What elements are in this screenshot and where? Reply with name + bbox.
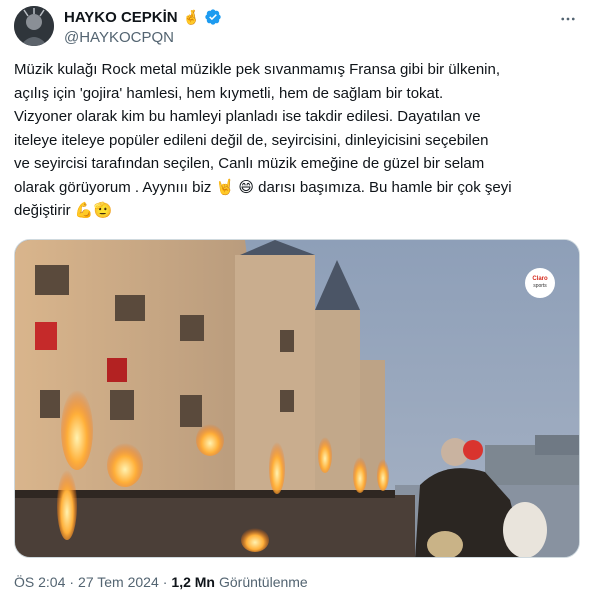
avatar[interactable] [14,6,54,46]
tweet-header: HAYKO CEPKİN 🤞 @HAYKOCPQN [14,6,579,50]
tweet-time[interactable]: ÖS 2:04 [14,574,65,590]
claro-sports-watermark: Claro sports [525,268,555,298]
tweet-media-image[interactable]: Claro sports [14,239,580,558]
separator-dot: · [162,574,168,590]
more-options-icon[interactable] [557,8,579,30]
tweet-card: HAYKO CEPKİN 🤞 @HAYKOCPQN Müzik kulağı R… [0,0,593,604]
views-label: Görüntülenme [219,574,308,590]
tweet-text: Müzik kulağı Rock metal müzikle pek sıva… [14,58,582,223]
watermark-sub: sports [533,283,547,289]
tweet-text-part-1: Müzik kulağı Rock metal müzikle pek sıva… [14,61,501,196]
separator-dot: · [69,574,75,590]
author-names: HAYKO CEPKİN 🤞 @HAYKOCPQN [64,7,222,46]
saluting-face-emoji: 🫡 [93,202,113,219]
grinning-emoji: 😄 [238,178,254,196]
rock-hand-emoji: 🤘 [215,178,235,196]
fingers-crossed-emoji: 🤞 [182,9,201,25]
author-name[interactable]: HAYKO CEPKİN [64,9,178,26]
tweet-meta: ÖS 2:04 · 27 Tem 2024 · 1,2 Mn Görüntüle… [14,574,308,590]
verified-badge-icon [204,8,222,26]
flexed-biceps-emoji: 💪 [74,202,94,219]
views-count: 1,2 Mn [171,574,215,590]
media-scene [15,240,579,557]
watermark-brand: Claro [532,276,548,282]
author-handle[interactable]: @HAYKOCPQN [64,29,222,46]
tweet-date[interactable]: 27 Tem 2024 [78,574,159,590]
